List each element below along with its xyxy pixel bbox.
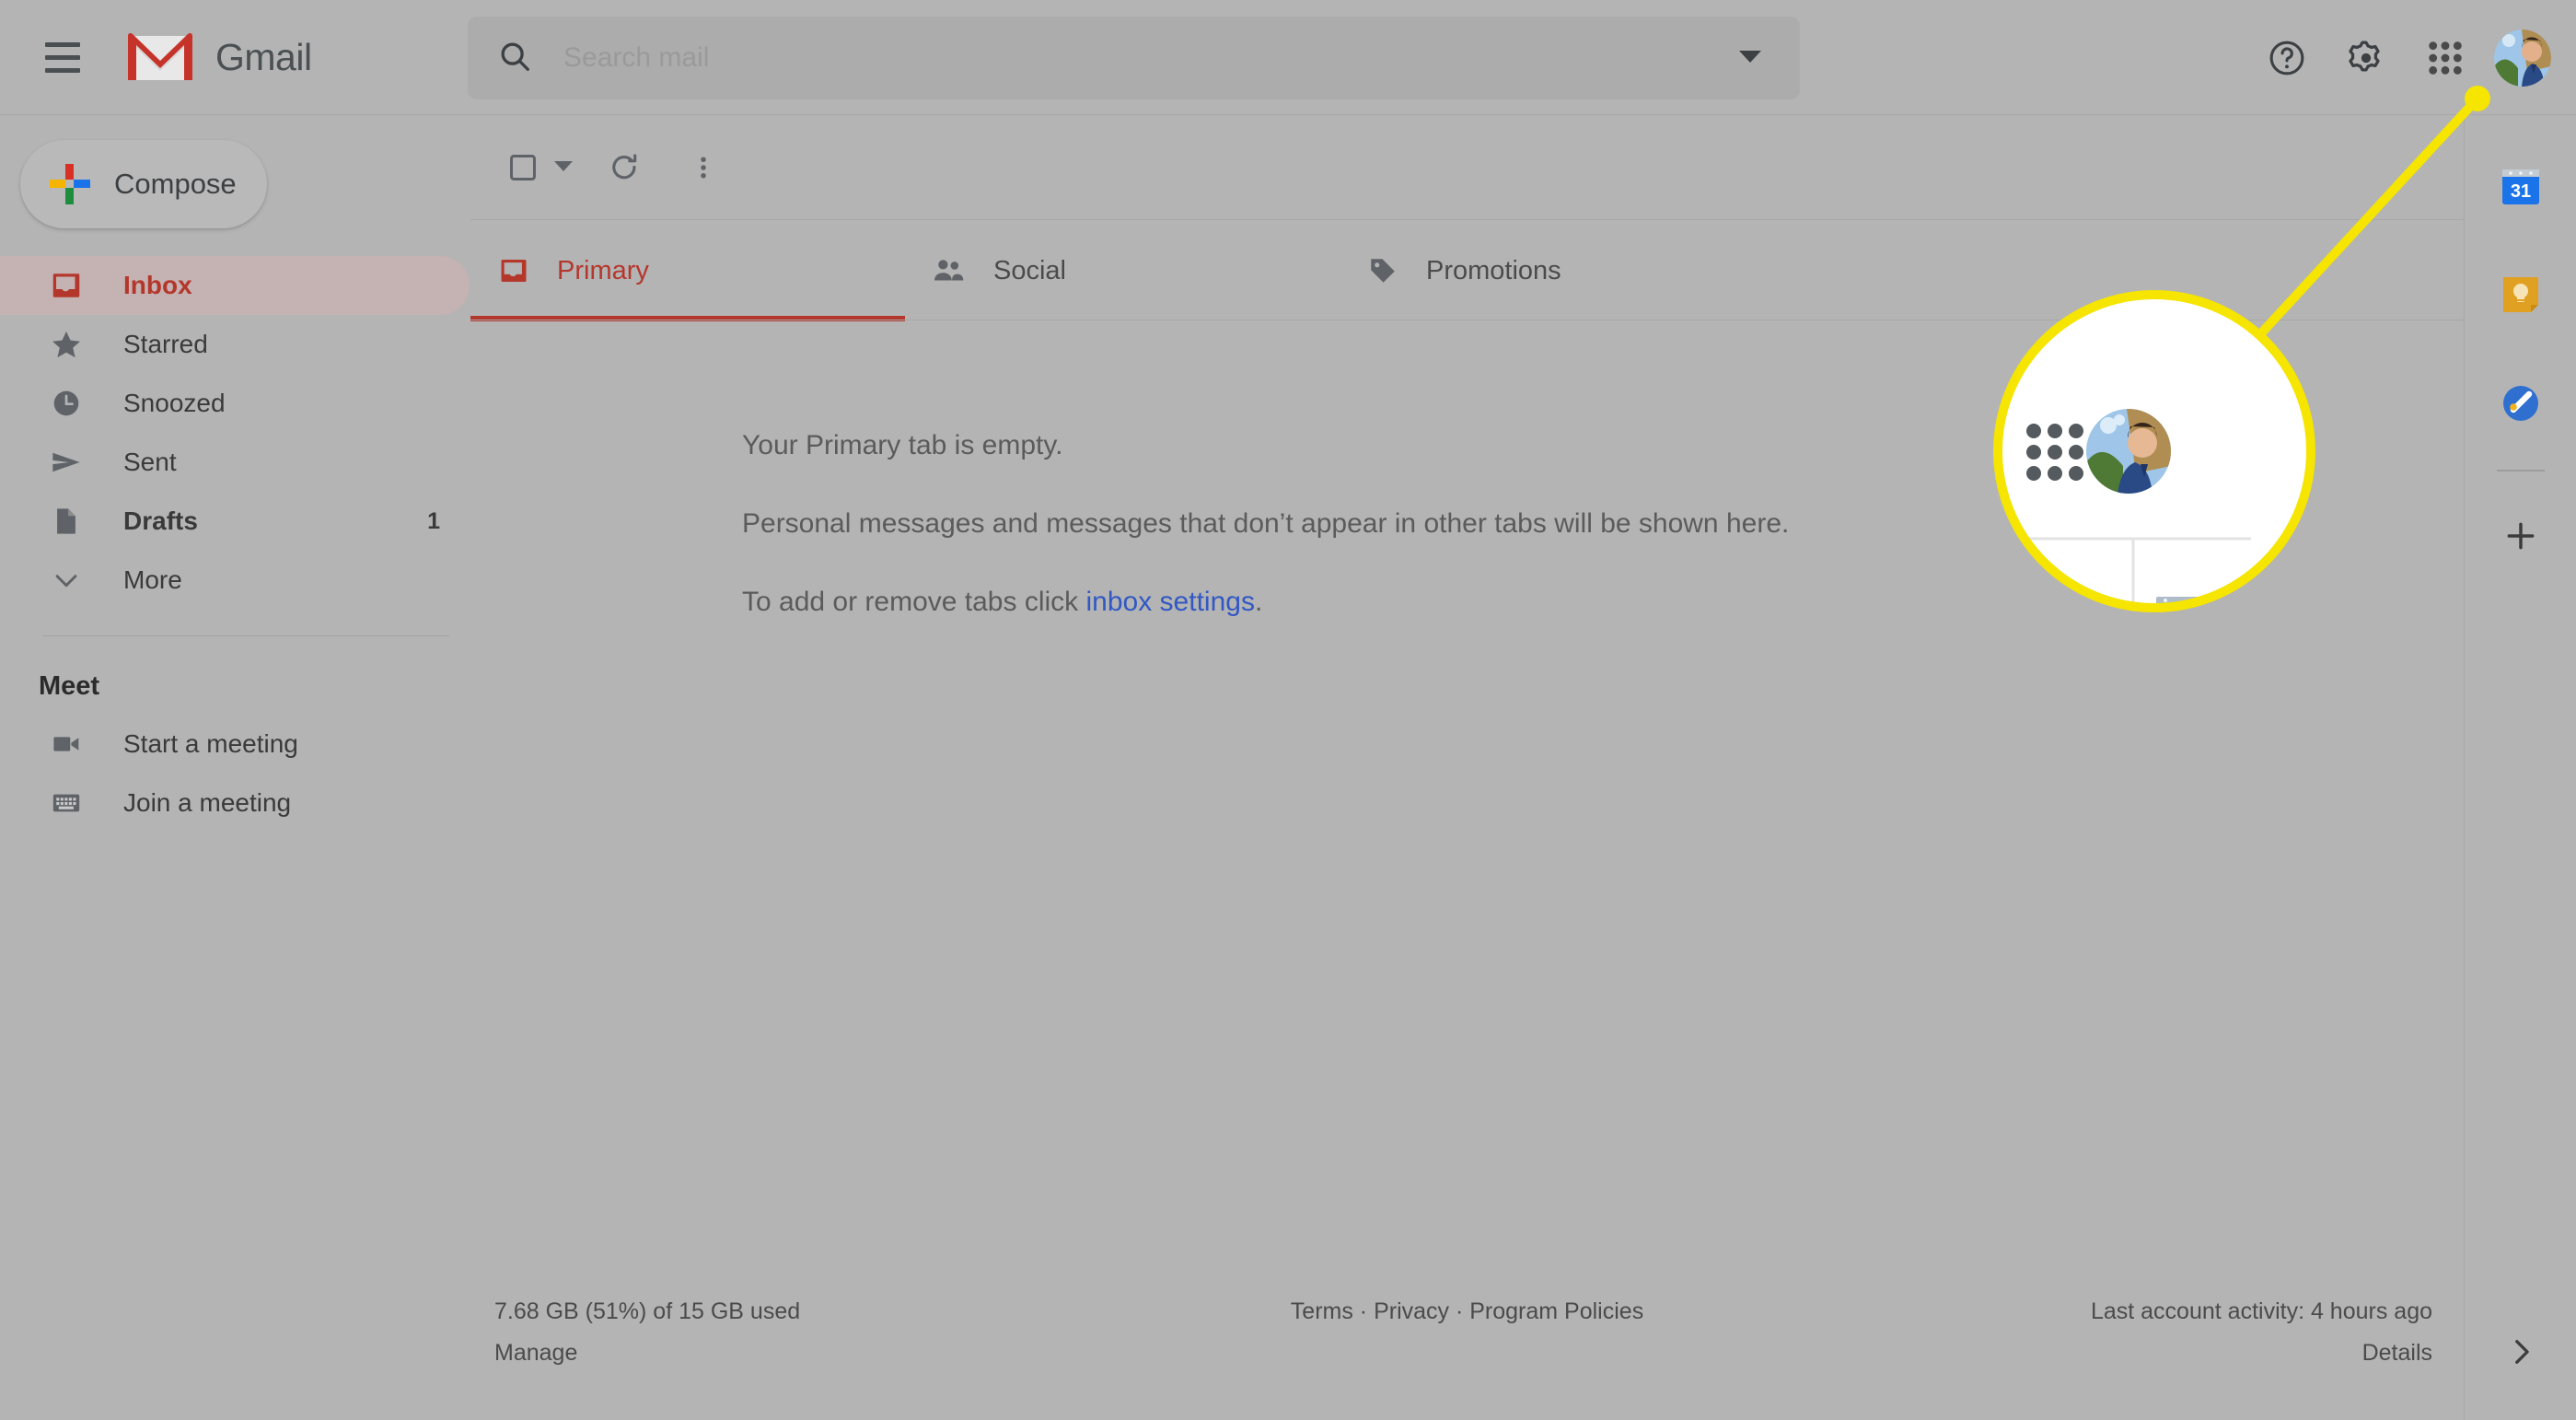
side-panel-divider [2496, 470, 2545, 471]
search-icon [497, 39, 532, 78]
sidebar-item-count: 1 [427, 507, 440, 534]
refresh-icon[interactable] [595, 138, 654, 197]
inbox-icon [498, 255, 529, 286]
select-all-checkbox[interactable] [493, 138, 574, 197]
sidebar-item-label: Snoozed [123, 389, 226, 417]
tab-social[interactable]: Social [905, 220, 1340, 321]
empty-state: Your Primary tab is empty. Personal mess… [470, 429, 2464, 619]
tab-label: Social [993, 255, 1066, 285]
top-right-actions [2247, 0, 2576, 115]
storage-usage-text: 7.68 GB (51%) of 15 GB used [494, 1298, 801, 1324]
clock-icon [48, 388, 85, 419]
compose-label: Compose [114, 168, 237, 200]
tab-label: Promotions [1426, 255, 1561, 285]
legal-links[interactable]: Terms · Privacy · Program Policies [1291, 1298, 1643, 1325]
expand-side-panel-chevron-right-icon[interactable] [2505, 1336, 2536, 1372]
side-panel: 31 [2464, 116, 2576, 1420]
help-icon[interactable] [2247, 18, 2327, 98]
chevron-down-icon [48, 565, 85, 596]
sidebar-item-start-a-meeting[interactable]: Start a meeting [0, 715, 470, 774]
gmail-logo-icon [128, 32, 192, 80]
sidebar-item-label: Join a meeting [123, 788, 292, 817]
last-account-activity: Last account activity: 4 hours ago [2090, 1298, 2432, 1324]
tab-promotions[interactable]: Promotions [1340, 220, 1774, 321]
sidebar-item-label: Inbox [123, 271, 192, 299]
manage-storage-link[interactable]: Manage [494, 1340, 577, 1367]
sidebar-item-sent[interactable]: Sent [0, 433, 470, 492]
search-input[interactable] [563, 42, 1737, 74]
compose-button[interactable]: Compose [20, 140, 267, 228]
google-calendar-icon[interactable]: 31 [2493, 158, 2548, 214]
empty-state-line1: Your Primary tab is empty. [742, 430, 1063, 460]
sidebar-item-starred[interactable]: Starred [0, 315, 470, 374]
send-icon [48, 446, 85, 479]
google-tasks-icon[interactable] [2493, 376, 2548, 431]
sidebar: Compose Inbox Starred Snoozed Sent Draft… [0, 116, 470, 1420]
star-icon [48, 328, 85, 361]
tab-primary[interactable]: Primary [470, 220, 905, 321]
draft-icon [48, 506, 85, 537]
plus-icon [50, 164, 90, 204]
search-options-chevron-down-icon[interactable] [1737, 48, 1763, 69]
keyboard-icon [48, 787, 85, 819]
empty-state-line3: To add or remove tabs click inbox settin… [742, 586, 2464, 619]
meet-nav: Start a meeting Join a meeting [0, 715, 470, 832]
sidebar-nav: Inbox Starred Snoozed Sent Drafts 1 More [0, 256, 470, 610]
sidebar-item-snoozed[interactable]: Snoozed [0, 374, 470, 433]
mail-footer: 7.68 GB (51%) of 15 GB used Terms · Priv… [470, 1273, 2464, 1420]
sidebar-item-label: Starred [123, 330, 208, 358]
sidebar-item-label: Start a meeting [123, 729, 298, 758]
sidebar-item-drafts[interactable]: Drafts 1 [0, 492, 470, 551]
apps-grid-icon[interactable] [2406, 18, 2485, 98]
sidebar-item-more[interactable]: More [0, 551, 470, 610]
sidebar-item-label: Sent [123, 448, 177, 476]
checkbox-icon [493, 138, 552, 197]
mail-toolbar [470, 116, 2464, 219]
hamburger-icon[interactable] [39, 33, 87, 81]
tab-label: Primary [557, 255, 649, 285]
sidebar-item-label: Drafts [123, 506, 198, 535]
inbox-tabs: Primary Social Promotions [470, 219, 2464, 321]
empty-state-line3-prefix: To add or remove tabs click [742, 587, 1086, 617]
inbox-icon [48, 269, 85, 302]
hamburger-bar [45, 41, 80, 47]
meet-section-title: Meet [39, 671, 100, 701]
tag-icon [1367, 255, 1398, 286]
select-caret-chevron-down-icon[interactable] [552, 158, 574, 178]
calendar-day-number: 31 [2510, 181, 2530, 202]
hamburger-bar [45, 67, 80, 73]
sidebar-item-inbox[interactable]: Inbox [0, 256, 470, 315]
avatar-photo-icon [2494, 29, 2551, 87]
video-camera-icon [48, 728, 85, 760]
hamburger-bar [45, 54, 80, 60]
gmail-brand[interactable]: Gmail [125, 30, 312, 84]
people-icon [933, 255, 966, 286]
add-side-panel-plus-icon[interactable] [2493, 508, 2548, 564]
sidebar-divider [42, 635, 449, 636]
sidebar-item-join-a-meeting[interactable]: Join a meeting [0, 774, 470, 832]
google-keep-icon[interactable] [2493, 267, 2548, 322]
mail-main-area: Primary Social Promotions Your Primary t… [470, 116, 2464, 1420]
empty-state-line3-suffix: . [1254, 587, 1263, 617]
gear-icon[interactable] [2327, 18, 2406, 98]
search-bar[interactable] [468, 17, 1800, 99]
inbox-settings-link[interactable]: inbox settings [1086, 587, 1255, 617]
sidebar-item-label: More [123, 565, 182, 594]
avatar[interactable] [2494, 29, 2551, 87]
empty-state-line2: Personal messages and messages that don’… [742, 508, 1790, 539]
gmail-app-window: Gmail Search mail Compose Inbox Starred … [0, 0, 2576, 1420]
brand-name: Gmail [215, 35, 312, 78]
activity-details-link[interactable]: Details [2362, 1340, 2432, 1367]
more-vertical-icon[interactable] [674, 138, 733, 197]
